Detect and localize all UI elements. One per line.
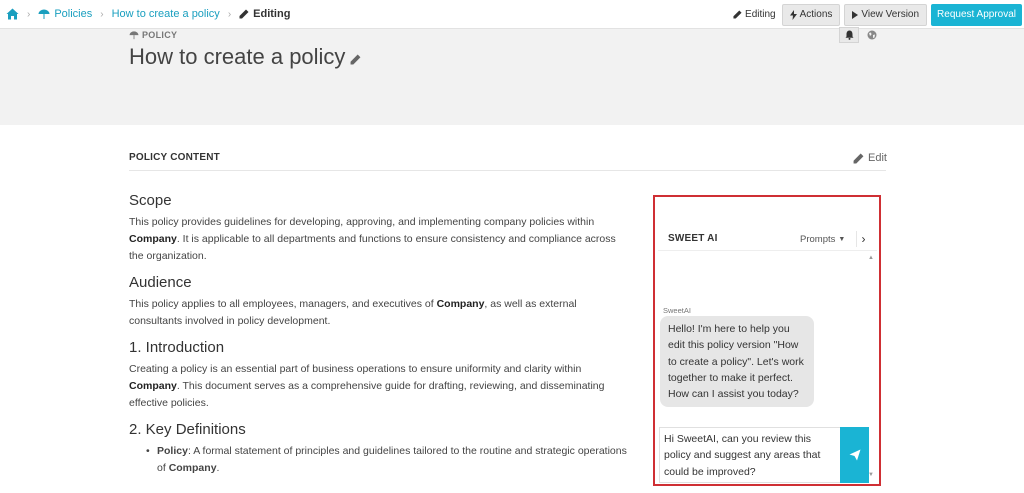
actions-label: Actions [799, 9, 833, 20]
bell-icon[interactable] [839, 27, 859, 43]
breadcrumb-label: Policies [54, 8, 93, 20]
pencil-icon [239, 9, 249, 19]
scope-heading: Scope [129, 192, 172, 209]
company-name: Company [129, 233, 177, 245]
pencil-icon [733, 10, 742, 19]
edit-content-button[interactable]: Edit [853, 152, 887, 164]
breadcrumb-item-policy[interactable]: How to create a policy [112, 8, 220, 20]
divider [658, 250, 877, 251]
scope-text-part: This policy provides guidelines for deve… [129, 216, 595, 228]
edit-label: Edit [868, 152, 887, 164]
chevron-right-icon: › [227, 8, 232, 20]
prompts-label: Prompts [800, 234, 836, 245]
chat-input[interactable]: Hi SweetAI, can you review this policy a… [659, 427, 841, 483]
message-sender: SweetAI [663, 306, 691, 315]
send-button[interactable] [840, 427, 869, 483]
definitions-section: 2. Key Definitions Policy: A formal stat… [129, 421, 629, 477]
definition-text: : A formal statement of principles and g… [157, 445, 627, 474]
chevron-right-icon: › [27, 8, 31, 20]
company-name: Company [129, 380, 177, 392]
introduction-heading: 1. Introduction [129, 339, 225, 356]
chevron-right-icon[interactable]: › [856, 231, 870, 247]
scope-section: Scope This policy provides guidelines fo… [129, 192, 629, 265]
prompts-dropdown[interactable]: Prompts ▼ [800, 234, 845, 245]
policy-kicker: POLICY [129, 30, 177, 40]
breadcrumb-current: Editing [239, 8, 290, 20]
request-approval-button[interactable]: Request Approval [931, 3, 1022, 26]
home-icon[interactable] [6, 8, 19, 20]
edit-title-pencil-icon[interactable] [350, 54, 361, 65]
divider [129, 170, 886, 171]
chevron-right-icon: › [100, 8, 104, 20]
play-icon [852, 10, 859, 19]
scroll-down-arrow[interactable]: ▼ [868, 472, 874, 478]
company-name: Company [436, 298, 485, 310]
audience-text: This policy applies to all employees, ma… [129, 296, 629, 330]
scroll-up-arrow[interactable]: ▲ [868, 255, 874, 261]
ai-message-bubble: Hello! I'm here to help you edit this po… [660, 316, 814, 408]
intro-text-part: . This document serves as a comprehensiv… [129, 380, 605, 409]
breadcrumb-current-label: Editing [253, 8, 291, 20]
policy-content: Scope This policy provides guidelines fo… [129, 192, 629, 486]
editing-status: Editing [733, 9, 776, 20]
introduction-section: 1. Introduction Creating a policy is an … [129, 339, 629, 412]
scope-text-part: . It is applicable to all departments an… [129, 233, 616, 262]
actions-button[interactable]: Actions [781, 3, 841, 26]
audience-text-part: This policy applies to all employees, ma… [129, 298, 437, 310]
sweet-ai-panel: SWEET AI Prompts ▼ › ▲ SweetAI Hello! I'… [653, 195, 881, 486]
introduction-text: Creating a policy is an essential part o… [129, 361, 629, 412]
ai-panel-title: SWEET AI [668, 233, 718, 244]
definitions-heading: 2. Key Definitions [129, 421, 246, 438]
globe-icon[interactable] [862, 27, 882, 43]
scope-text: This policy provides guidelines for deve… [129, 214, 629, 265]
top-bar: › Policies › How to create a policy › Ed… [0, 0, 1024, 29]
audience-heading: Audience [129, 274, 192, 291]
editing-status-label: Editing [745, 9, 776, 20]
header-icons [839, 27, 885, 43]
view-version-label: View Version [861, 9, 920, 20]
umbrella-icon [129, 30, 139, 40]
policy-kicker-label: POLICY [142, 30, 178, 40]
pencil-icon [853, 153, 864, 164]
company-name: Company [168, 462, 217, 474]
view-version-button[interactable]: View Version [844, 3, 928, 26]
page-title: How to create a policy [129, 44, 361, 70]
list-item: Policy: A formal statement of principles… [129, 443, 629, 477]
audience-section: Audience This policy applies to all empl… [129, 274, 629, 330]
caret-down-icon: ▼ [838, 236, 846, 243]
definition-text: . [216, 462, 220, 474]
breadcrumb-item-policies[interactable]: Policies [38, 8, 92, 20]
definition-term: Policy [157, 445, 188, 457]
bolt-icon [789, 9, 797, 20]
page-title-text: How to create a policy [129, 44, 346, 69]
send-icon [849, 449, 861, 461]
umbrella-icon [38, 9, 50, 20]
policy-content-label: POLICY CONTENT [129, 152, 220, 163]
intro-text-part: Creating a policy is an essential part o… [129, 363, 582, 375]
toolbar: Editing Actions View Version Request App… [733, 0, 1024, 29]
breadcrumb: › Policies › How to create a policy › Ed… [0, 0, 290, 29]
